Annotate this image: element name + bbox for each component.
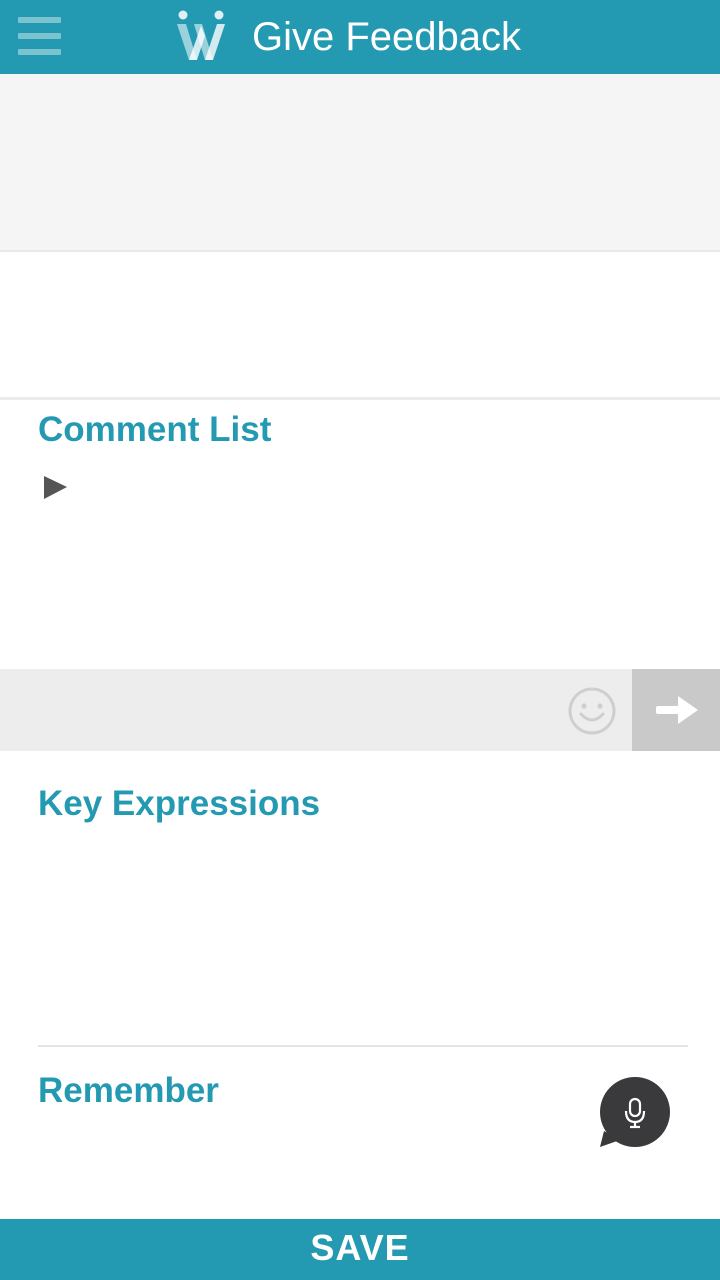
page-title: Give Feedback xyxy=(252,15,522,59)
menu-icon-bar xyxy=(18,17,61,23)
comment-input[interactable] xyxy=(0,669,555,751)
remember-title: Remember xyxy=(38,1071,219,1110)
comment-list-title: Comment List xyxy=(38,410,272,449)
top-app-bar: Give Feedback xyxy=(0,0,720,74)
smiley-icon[interactable] xyxy=(566,685,618,737)
comment-input-bar xyxy=(0,669,720,751)
arrow-right-icon xyxy=(656,696,698,724)
feedback-header-panel xyxy=(0,74,720,252)
app-logo-icon xyxy=(177,10,225,60)
feedback-content-panel xyxy=(0,254,720,400)
menu-icon-bar xyxy=(18,49,61,55)
key-expressions-title: Key Expressions xyxy=(38,784,321,823)
menu-icon[interactable] xyxy=(18,17,62,57)
send-button[interactable] xyxy=(632,669,720,751)
play-triangle-icon[interactable] xyxy=(40,472,70,502)
section-divider xyxy=(38,1045,688,1047)
save-button[interactable]: SAVE xyxy=(0,1219,720,1280)
microphone-icon[interactable] xyxy=(598,1077,672,1149)
menu-icon-bar xyxy=(18,33,61,39)
